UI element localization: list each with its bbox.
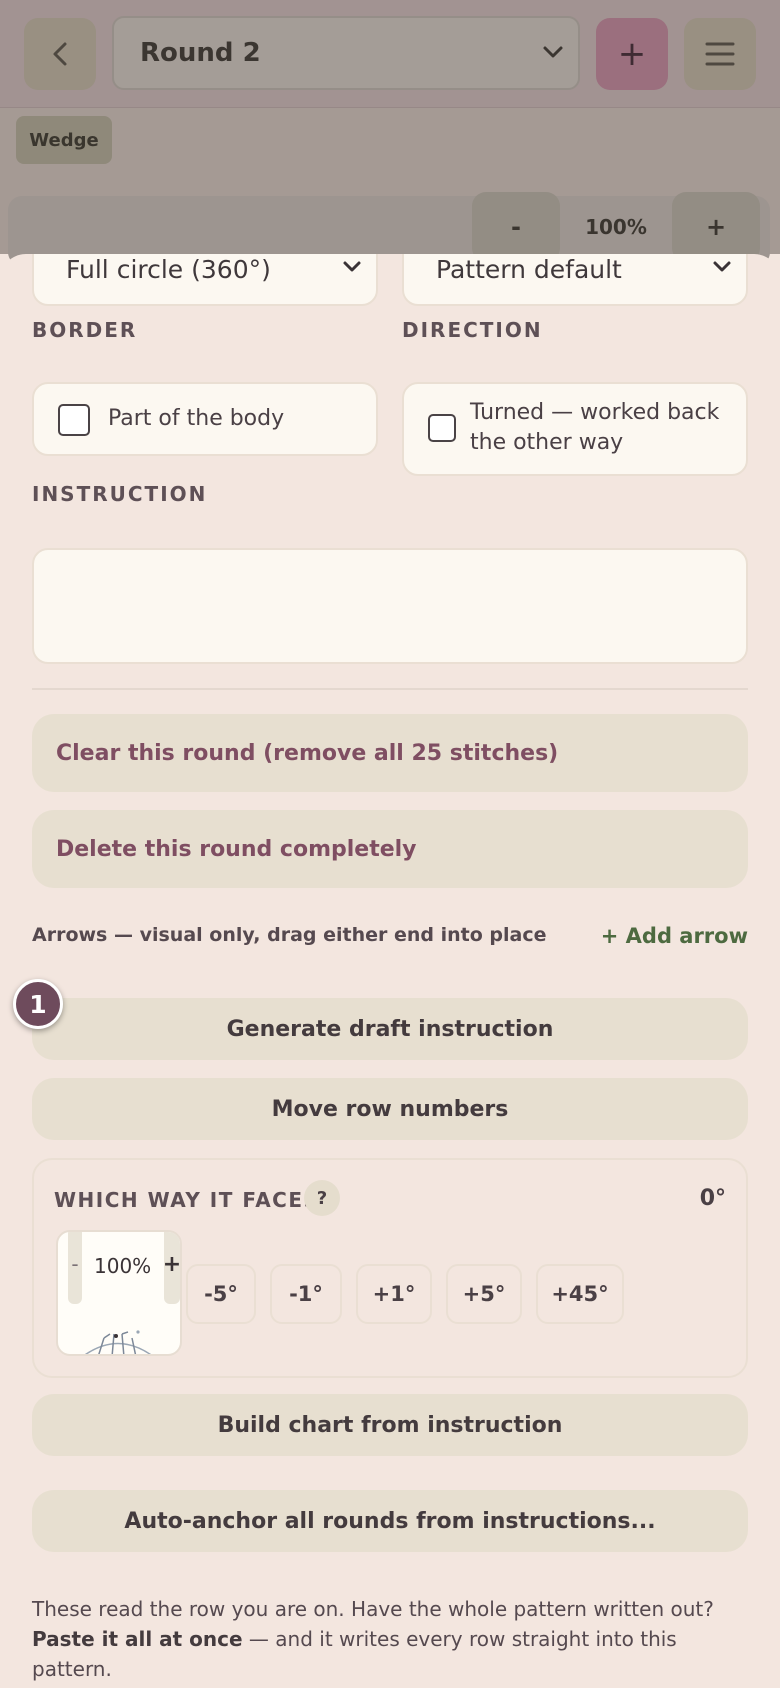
rotate-minus-5-button[interactable]: -5° bbox=[186, 1264, 256, 1324]
delete-round-button[interactable]: Delete this round completely bbox=[32, 810, 748, 888]
stitch-preview-graphic bbox=[85, 1330, 151, 1354]
clear-round-button[interactable]: Clear this round (remove all 25 stitches… bbox=[32, 714, 748, 792]
rotate-minus-1-button[interactable]: -1° bbox=[270, 1264, 342, 1324]
preview-zoom-in-button[interactable]: + bbox=[162, 1232, 182, 1304]
preview-zoom-out-button[interactable]: - bbox=[68, 1232, 82, 1304]
orientation-card: WHICH WAY IT FACES ? 0° - 100% + -5° -1°… bbox=[32, 1158, 748, 1378]
top-bar: Round 2 + bbox=[0, 0, 780, 108]
add-arrow-link[interactable]: + Add arrow bbox=[601, 924, 748, 948]
step-badge: 1 bbox=[13, 979, 63, 1029]
rotate-plus-45-button[interactable]: +45° bbox=[536, 1264, 624, 1324]
rotate-plus-5-label: +5° bbox=[462, 1282, 506, 1306]
orientation-angle: 0° bbox=[699, 1186, 726, 1211]
help-button[interactable]: ? bbox=[304, 1180, 340, 1216]
border-checkbox[interactable] bbox=[58, 404, 90, 436]
turned-checkbox-label: Turned — worked back the other way bbox=[470, 398, 719, 458]
build-chart-button[interactable]: Build chart from instruction bbox=[32, 1394, 748, 1456]
rotate-minus-5-label: -5° bbox=[204, 1282, 238, 1306]
hamburger-menu-icon bbox=[705, 42, 735, 66]
canvas-zoom-value: 100% bbox=[585, 215, 647, 239]
add-round-label: + bbox=[617, 34, 647, 74]
chevron-left-icon bbox=[53, 42, 67, 66]
preview-zoom-value: 100% bbox=[94, 1254, 152, 1278]
add-round-button[interactable]: + bbox=[596, 18, 668, 90]
paste-all-link[interactable]: Paste it all at once bbox=[32, 1627, 243, 1651]
generate-draft-button[interactable]: Generate draft instruction bbox=[32, 998, 748, 1060]
paste-pattern-hint: These read the row you are on. Have the … bbox=[32, 1594, 752, 1684]
rotate-minus-1-label: -1° bbox=[289, 1282, 323, 1306]
move-row-numbers-label: Move row numbers bbox=[271, 1096, 509, 1122]
chevron-down-icon bbox=[343, 261, 361, 272]
instruction-textarea[interactable] bbox=[32, 548, 748, 664]
direction-label: DIRECTION bbox=[402, 318, 543, 342]
canvas-zoom-out-label: - bbox=[511, 213, 521, 241]
rotate-plus-1-button[interactable]: +1° bbox=[356, 1264, 432, 1324]
instruction-label: INSTRUCTION bbox=[32, 482, 208, 506]
move-row-numbers-button[interactable]: Move row numbers bbox=[32, 1078, 748, 1140]
turned-label-line2: the other way bbox=[470, 430, 624, 455]
help-label: ? bbox=[316, 1187, 328, 1209]
border-checkbox-label: Part of the body bbox=[108, 406, 285, 431]
canvas-zoom-in-button[interactable]: + bbox=[672, 192, 760, 262]
auto-anchor-button[interactable]: Auto-anchor all rounds from instructions… bbox=[32, 1490, 748, 1552]
wedge-tag[interactable]: Wedge bbox=[16, 116, 112, 164]
preview-zoom-in-label: + bbox=[162, 1252, 182, 1277]
shape-select[interactable]: Full circle (360°) bbox=[32, 254, 378, 306]
canvas-zoom-in-label: + bbox=[705, 213, 727, 241]
footer-line1: These read the row you are on. Have the … bbox=[32, 1597, 714, 1621]
direction-select-value: Pattern default bbox=[436, 254, 622, 284]
canvas-zoom-controls: - 100% + bbox=[472, 192, 760, 262]
rotate-plus-45-label: +45° bbox=[551, 1282, 609, 1306]
border-label: BORDER bbox=[32, 318, 138, 342]
chevron-down-icon bbox=[713, 261, 731, 272]
build-chart-label: Build chart from instruction bbox=[217, 1412, 563, 1438]
shape-select-value: Full circle (360°) bbox=[66, 254, 271, 284]
delete-round-label: Delete this round completely bbox=[56, 836, 417, 862]
round-select[interactable]: Round 2 bbox=[112, 16, 580, 90]
background-app: Round 2 + Wedge - 100% + bbox=[0, 0, 780, 266]
auto-anchor-label: Auto-anchor all rounds from instructions… bbox=[124, 1508, 656, 1534]
border-checkbox-card[interactable]: Part of the body bbox=[32, 382, 378, 456]
orientation-title: WHICH WAY IT FACES bbox=[54, 1188, 320, 1212]
orientation-preview[interactable]: - 100% + bbox=[56, 1230, 182, 1356]
divider bbox=[32, 688, 748, 690]
arrows-hint: Arrows — visual only, drag either end in… bbox=[32, 924, 547, 946]
menu-button[interactable] bbox=[684, 18, 756, 90]
rotate-plus-5-button[interactable]: +5° bbox=[446, 1264, 522, 1324]
round-select-value: Round 2 bbox=[140, 38, 261, 68]
clear-round-label: Clear this round (remove all 25 stitches… bbox=[56, 740, 559, 766]
preview-zoom-out-label: - bbox=[71, 1252, 79, 1276]
chevron-down-icon bbox=[543, 46, 563, 58]
turned-label-line1: Turned — worked back bbox=[470, 400, 720, 425]
wedge-tag-label: Wedge bbox=[29, 129, 99, 151]
rotate-plus-1-label: +1° bbox=[372, 1282, 416, 1306]
round-settings-sheet: Full circle (360°) Pattern default BORDE… bbox=[0, 254, 780, 1688]
generate-draft-label: Generate draft instruction bbox=[226, 1016, 554, 1042]
turned-checkbox[interactable] bbox=[428, 414, 456, 442]
back-button[interactable] bbox=[24, 18, 96, 90]
direction-checkbox-card[interactable]: Turned — worked back the other way bbox=[402, 382, 748, 476]
direction-select[interactable]: Pattern default bbox=[402, 254, 748, 306]
canvas-zoom-out-button[interactable]: - bbox=[472, 192, 560, 262]
